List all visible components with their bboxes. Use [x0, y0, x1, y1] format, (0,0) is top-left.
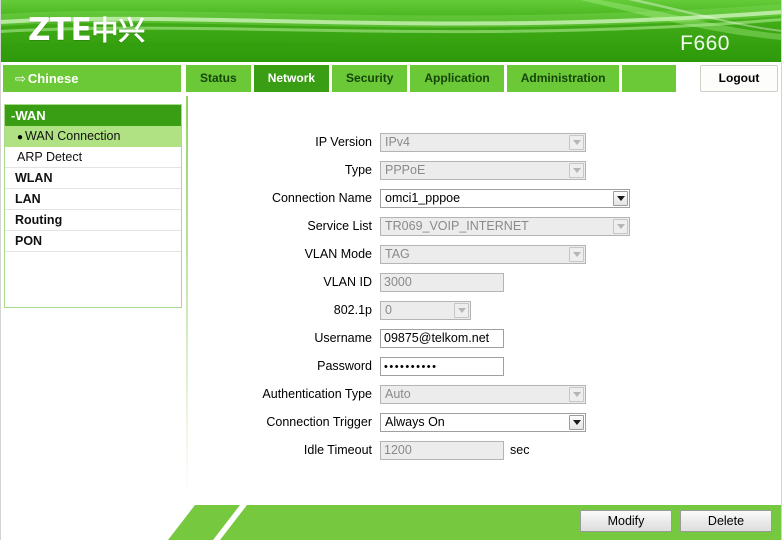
footer-actions: Modify Delete — [580, 510, 772, 532]
device-model: F660 — [680, 32, 730, 55]
row-password: Password •••••••••• — [200, 352, 760, 380]
wan-connection-form: IP Version IPv4 Type PPPoE Connection Na… — [200, 128, 760, 464]
chevron-down-icon — [569, 386, 584, 402]
label-type: Type — [344, 163, 372, 177]
tab-security[interactable]: Security — [332, 65, 408, 92]
logo-latin: ZTE — [28, 12, 92, 48]
sidebar: -WAN ● WAN Connection ARP Detect WLAN LAN… — [4, 104, 182, 308]
sidebar-item-lan[interactable]: LAN — [5, 189, 181, 210]
vlan-mode-value: TAG — [385, 247, 410, 261]
chevron-down-icon — [613, 218, 628, 234]
row-idle-timeout: Idle Timeout 1200 sec — [200, 436, 760, 464]
row-username: Username 09875@telkom.net — [200, 324, 760, 352]
tab-administration[interactable]: Administration — [506, 65, 620, 92]
vlan-id-input[interactable]: 3000 — [380, 272, 504, 292]
modify-button[interactable]: Modify — [580, 510, 672, 532]
tab-filler — [622, 65, 677, 92]
arrow-right-icon: ⇨ — [15, 70, 26, 86]
chevron-down-icon — [569, 162, 584, 178]
sidebar-item-arp-detect[interactable]: ARP Detect — [5, 147, 181, 168]
connection-trigger-value: Always On — [385, 415, 445, 429]
zte-logo: ZTE中兴 — [28, 12, 145, 50]
connection-name-select[interactable]: omci1_pppoe — [380, 188, 630, 208]
top-navigation: ⇨ Chinese Status Network Security Applic… — [0, 62, 782, 96]
sidebar-item-label: WAN Connection — [25, 129, 121, 143]
label-connection-name: Connection Name — [271, 191, 372, 205]
label-dot1p: 802.1p — [333, 303, 372, 317]
ip-version-value: IPv4 — [385, 135, 411, 149]
tab-bar: Status Network Security Application Admi… — [186, 65, 677, 92]
ip-version-select[interactable]: IPv4 — [380, 132, 586, 152]
page-header: ZTE中兴 F660 — [0, 0, 782, 62]
type-value: PPPoE — [385, 163, 426, 177]
dot1p-select[interactable]: 0 — [380, 300, 471, 320]
chevron-down-icon — [569, 134, 584, 150]
username-input[interactable]: 09875@telkom.net — [380, 328, 504, 348]
label-vlan-id: VLAN ID — [323, 275, 372, 289]
label-idle-timeout: Idle Timeout — [303, 443, 372, 457]
sidebar-item-routing[interactable]: Routing — [5, 210, 181, 231]
row-vlan-id: VLAN ID 3000 — [200, 268, 760, 296]
idle-timeout-input[interactable]: 1200 — [380, 440, 504, 460]
auth-type-select[interactable]: Auto — [380, 384, 586, 404]
row-type: Type PPPoE — [200, 156, 760, 184]
row-vlan-mode: VLAN Mode TAG — [200, 240, 760, 268]
row-service-list: Service List TR069_VOIP_INTERNET — [200, 212, 760, 240]
tab-application[interactable]: Application — [410, 65, 504, 92]
language-switch[interactable]: ⇨ Chinese — [3, 65, 181, 92]
dot1p-value: 0 — [385, 303, 392, 317]
sidebar-item-wan-connection[interactable]: ● WAN Connection — [5, 126, 181, 147]
chevron-down-icon — [569, 414, 584, 430]
language-label: Chinese — [27, 71, 79, 86]
sidebar-item-pon[interactable]: PON — [5, 231, 181, 252]
content-divider — [186, 96, 188, 496]
chevron-down-icon — [613, 190, 628, 206]
type-select[interactable]: PPPoE — [380, 160, 586, 180]
label-ip-version: IP Version — [315, 135, 372, 149]
service-list-value: TR069_VOIP_INTERNET — [385, 219, 529, 233]
label-vlan-mode: VLAN Mode — [304, 247, 372, 261]
sidebar-group-wan[interactable]: -WAN — [5, 105, 181, 126]
label-service-list: Service List — [307, 219, 372, 233]
sidebar-item-wlan[interactable]: WLAN — [5, 168, 181, 189]
row-connection-trigger: Connection Trigger Always On — [200, 408, 760, 436]
chevron-down-icon — [454, 302, 469, 318]
tab-network[interactable]: Network — [253, 65, 330, 92]
bullet-icon: ● — [17, 132, 24, 143]
service-list-select[interactable]: TR069_VOIP_INTERNET — [380, 216, 630, 236]
tab-status[interactable]: Status — [186, 65, 251, 92]
idle-timeout-unit: sec — [510, 443, 530, 457]
vlan-mode-select[interactable]: TAG — [380, 244, 586, 264]
connection-trigger-select[interactable]: Always On — [380, 412, 586, 432]
password-input[interactable]: •••••••••• — [380, 356, 504, 376]
connection-name-value: omci1_pppoe — [385, 191, 461, 205]
row-connection-name: Connection Name omci1_pppoe — [200, 184, 760, 212]
chevron-down-icon — [569, 246, 584, 262]
delete-button[interactable]: Delete — [680, 510, 772, 532]
label-password: Password — [317, 359, 372, 373]
row-ip-version: IP Version IPv4 — [200, 128, 760, 156]
label-username: Username — [314, 331, 372, 345]
row-dot1p: 802.1p 0 — [200, 296, 760, 324]
auth-type-value: Auto — [385, 387, 411, 401]
label-connection-trigger: Connection Trigger — [266, 415, 372, 429]
logout-button[interactable]: Logout — [700, 65, 778, 92]
logo-cjk: 中兴 — [91, 16, 146, 47]
row-auth-type: Authentication Type Auto — [200, 380, 760, 408]
label-auth-type: Authentication Type — [262, 387, 372, 401]
